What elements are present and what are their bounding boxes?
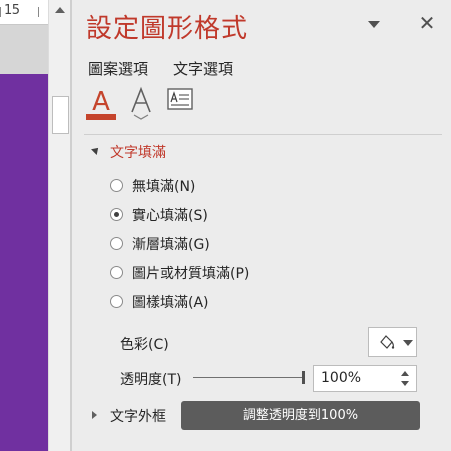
radio-label: 漸層填滿(G) <box>132 237 210 253</box>
scroll-thumb[interactable] <box>52 96 69 134</box>
ruler-number: 15 <box>4 3 20 18</box>
radio-button[interactable] <box>110 295 123 308</box>
tooltip: 調整透明度到100% <box>181 401 420 430</box>
slide-canvas[interactable] <box>0 74 48 451</box>
text-outline-section-title: 文字外框 <box>110 409 166 425</box>
radio-button[interactable] <box>110 266 123 279</box>
radio-label: 無填滿(N) <box>132 179 196 195</box>
transparency-label: 透明度(T) <box>120 372 182 388</box>
text-fill-outline-icon[interactable]: A <box>86 86 116 120</box>
radio-button[interactable] <box>110 179 123 192</box>
radio-label: 圖樣填滿(A) <box>132 295 209 311</box>
radio-label: 實心填滿(S) <box>132 208 208 224</box>
slide-editing-area: 15 <box>0 0 48 451</box>
expanded-arrow-icon <box>91 145 101 155</box>
tab-text-options[interactable]: 文字選項 <box>173 58 233 79</box>
spin-up-icon[interactable] <box>401 371 409 376</box>
horizontal-ruler: 15 <box>0 0 48 25</box>
close-icon[interactable]: ✕ <box>418 13 436 33</box>
collapsed-arrow-icon <box>92 411 97 419</box>
textbox-icon[interactable] <box>166 86 196 120</box>
tab-divider <box>84 134 442 135</box>
fill-color-bar <box>86 114 116 120</box>
chevron-down-icon <box>403 340 413 346</box>
transparency-spinbox[interactable]: 100% <box>313 365 417 392</box>
transparency-value: 100% <box>321 370 362 386</box>
svg-text:A: A <box>92 87 110 114</box>
vertical-scrollbar[interactable] <box>48 0 71 451</box>
radio-label: 圖片或材質填滿(P) <box>132 266 250 282</box>
text-fill-section-title: 文字填滿 <box>110 145 166 161</box>
tab-shape-options[interactable]: 圖案選項 <box>88 58 148 79</box>
format-shape-pane: 設定圖形格式 ✕ 圖案選項 文字選項 A 文字填滿 無填滿(N) 實心填滿(S)… <box>72 0 451 451</box>
pane-title: 設定圖形格式 <box>86 14 249 44</box>
color-picker-button[interactable] <box>368 327 417 357</box>
transparency-slider-track[interactable] <box>193 377 305 378</box>
text-effects-icon[interactable] <box>128 86 158 120</box>
transparency-slider-thumb[interactable] <box>302 371 305 384</box>
paint-bucket-icon <box>380 335 395 349</box>
scroll-up-arrow-icon[interactable] <box>49 0 71 20</box>
chevron-down-icon[interactable] <box>368 19 382 29</box>
radio-button[interactable] <box>110 237 123 250</box>
spin-down-icon[interactable] <box>401 381 409 386</box>
radio-button-selected[interactable] <box>110 208 123 221</box>
color-label: 色彩(C) <box>120 337 169 353</box>
